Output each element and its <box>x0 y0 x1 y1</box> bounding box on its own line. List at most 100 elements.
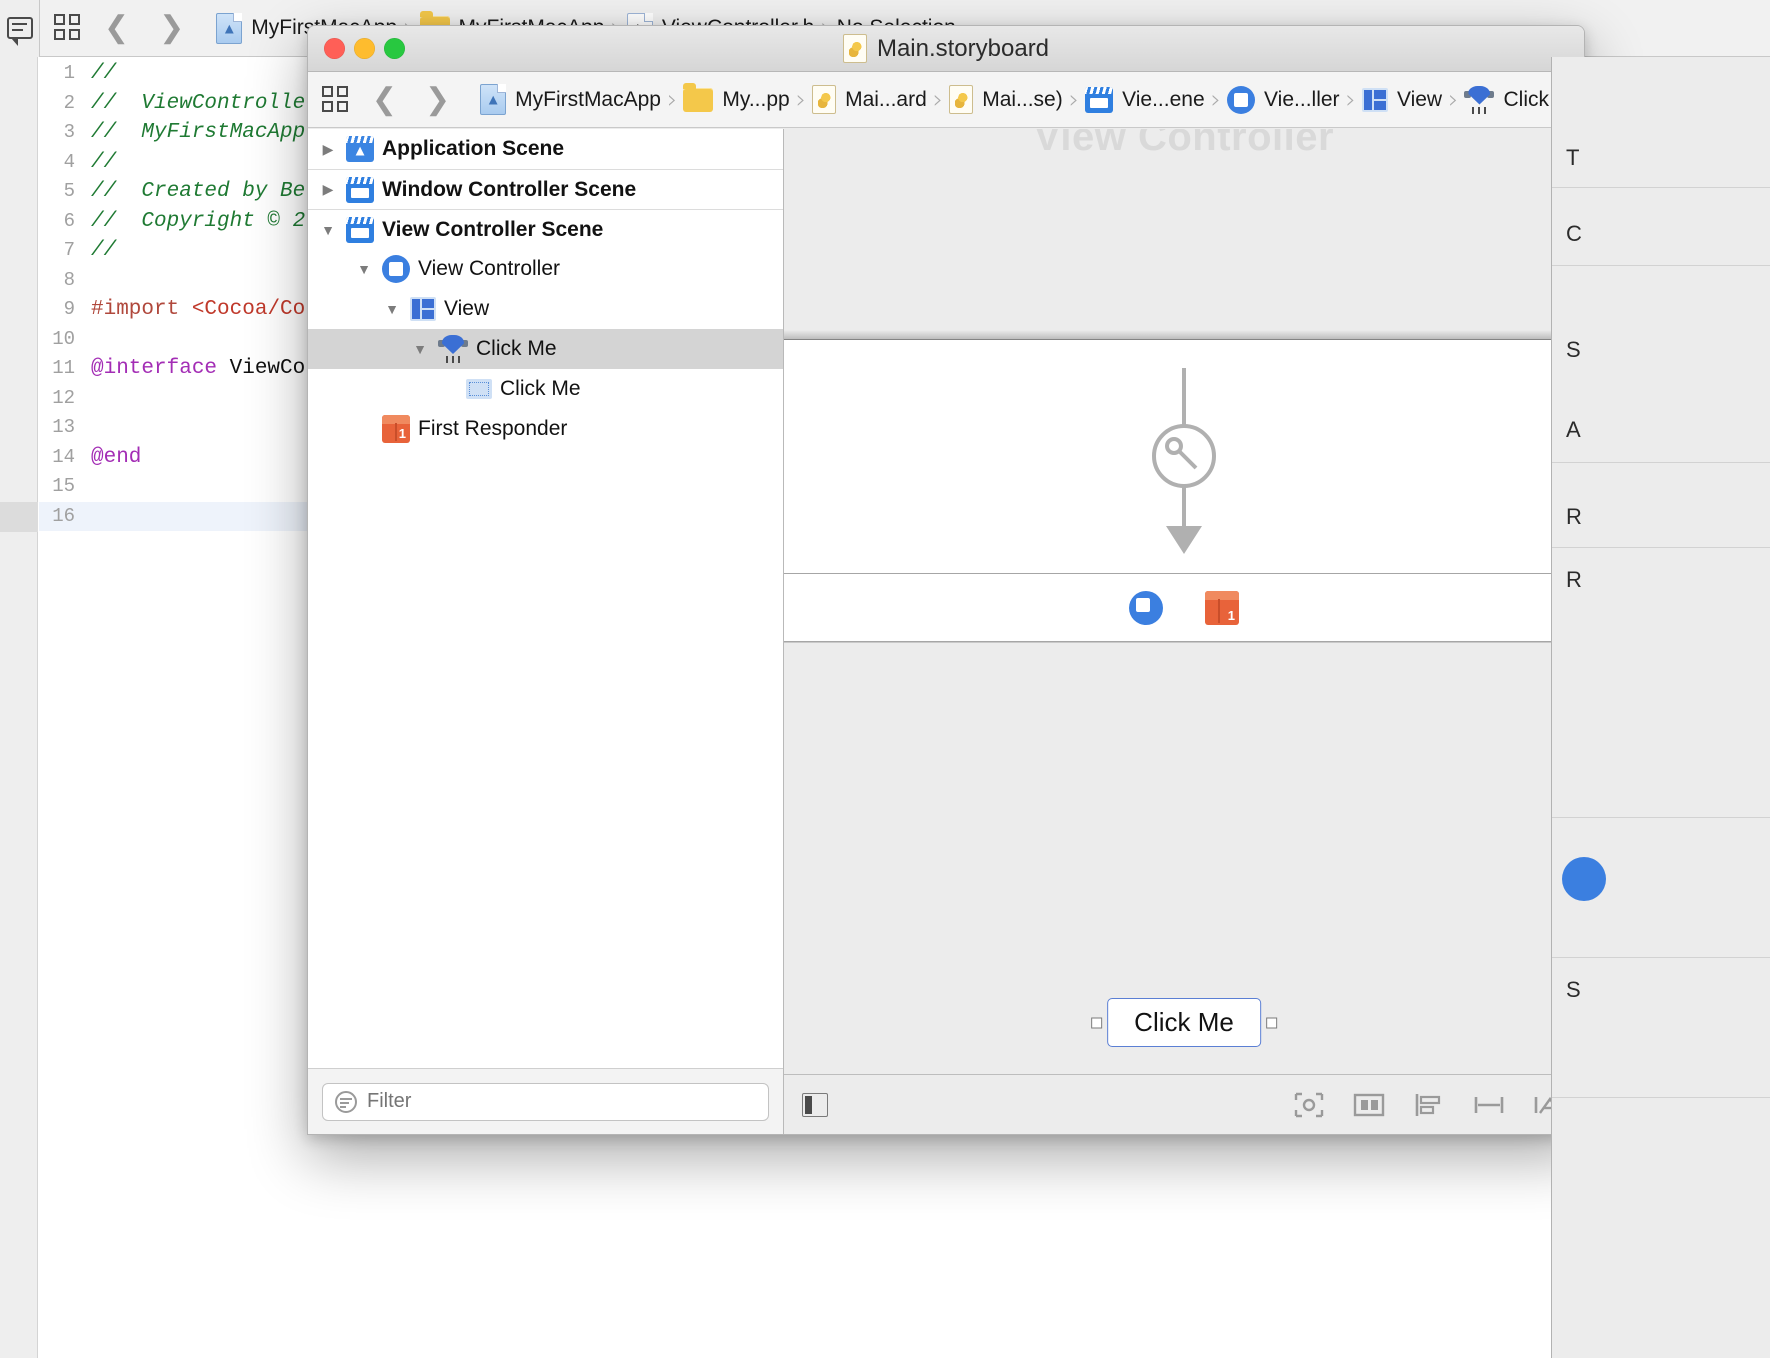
filter-input[interactable] <box>367 1090 756 1113</box>
close-button[interactable] <box>324 38 345 59</box>
traffic-lights[interactable] <box>324 38 405 59</box>
embed-in-icon[interactable] <box>1352 1091 1386 1119</box>
inspector-label-r2: R <box>1566 567 1582 592</box>
filter-icon <box>335 1090 357 1113</box>
line-number: 12 <box>52 386 75 409</box>
line-number: 13 <box>52 416 75 438</box>
code-text: @end <box>91 445 142 469</box>
window-title: Main.storyboard <box>308 34 1584 63</box>
auto-layout-toolbar[interactable] <box>1292 1091 1566 1119</box>
resize-handle-left[interactable] <box>1091 1017 1103 1028</box>
outline-filter-bar[interactable] <box>308 1068 783 1134</box>
forward-button[interactable]: ❯ <box>425 84 450 115</box>
outline-row-application-scene[interactable]: ▶ ▲ Application Scene <box>308 129 783 169</box>
outline-row-label: View Controller <box>418 257 561 280</box>
outline-row-label: Click Me <box>476 337 557 360</box>
minimize-button[interactable] <box>354 38 375 59</box>
outline-row-view-controller[interactable]: ▼ View Controller <box>308 249 783 289</box>
outline-row-click-me[interactable]: ▼ Click Me <box>308 329 783 369</box>
scene-design-area[interactable]: Click Me <box>784 642 1584 1074</box>
scene-window-frame[interactable] <box>784 330 1584 574</box>
breadcrumb-item-scene[interactable]: Vie...ene <box>1085 86 1205 113</box>
breadcrumb-item-folder[interactable]: My...pp <box>683 82 790 112</box>
breadcrumb-separator: › <box>1210 84 1222 115</box>
inspector-panel[interactable]: T C S A R R S <box>1551 57 1770 1358</box>
disclosure-triangle-collapsed[interactable]: ▶ <box>318 181 338 198</box>
click-me-button[interactable]: Click Me <box>1091 998 1277 1047</box>
scene-icon <box>346 216 374 243</box>
disclosure-triangle-expanded[interactable]: ▼ <box>382 301 402 317</box>
forward-button[interactable]: ❯ <box>159 13 184 43</box>
canvas-bottom-bar[interactable] <box>784 1074 1584 1134</box>
disclosure-triangle-expanded[interactable]: ▼ <box>354 261 374 277</box>
back-button[interactable]: ❮ <box>104 13 129 43</box>
inspector-label-a: A <box>1566 417 1581 442</box>
view-icon <box>410 297 436 321</box>
line-number: 2 <box>63 91 75 114</box>
interface-builder-canvas[interactable]: View Controller 1 Click Me <box>784 129 1584 1074</box>
storyboard-file-icon <box>812 85 837 114</box>
outline-row-click-me[interactable]: ▶ Click Me <box>308 369 783 409</box>
related-items-grid-icon[interactable] <box>322 85 350 114</box>
inspector-divider <box>1552 547 1770 548</box>
zoom-button[interactable] <box>384 38 405 59</box>
scene-dock[interactable]: 1 <box>784 574 1584 642</box>
align-icon[interactable] <box>1412 1091 1446 1119</box>
storyboard-file-icon <box>949 85 974 114</box>
line-number: 7 <box>63 239 75 261</box>
inspector-divider <box>1552 957 1770 958</box>
breadcrumb-separator: › <box>666 84 678 115</box>
first-responder-dock-icon[interactable]: 1 <box>1205 590 1239 625</box>
document-outline-panel[interactable]: ▶ ▲ Application Scene ▶ Window Controller Sc… <box>308 129 784 1134</box>
breadcrumb-item-storyboard-base[interactable]: Mai...se) <box>949 85 1063 114</box>
line-number: 15 <box>52 475 75 497</box>
filter-field[interactable] <box>322 1082 769 1121</box>
storyboard-floating-window[interactable]: Main.storyboard ❮ ❯ ▲ MyFirstMacApp › My… <box>307 25 1585 1135</box>
inspector-label-c: C <box>1566 221 1582 246</box>
window-title-bar[interactable]: Main.storyboard <box>308 26 1584 72</box>
disclosure-triangle-expanded[interactable]: ▼ <box>410 341 430 357</box>
scene-icon <box>1085 86 1114 113</box>
breadcrumb-separator: › <box>795 84 807 115</box>
first-responder-icon: 1 <box>382 415 410 443</box>
line-number: 3 <box>63 121 75 143</box>
inspector-color-well[interactable] <box>1562 857 1606 901</box>
breadcrumb-item-project[interactable]: ▲ MyFirstMacApp <box>480 84 661 115</box>
pin-icon[interactable] <box>1472 1091 1506 1119</box>
view-controller-dock-icon[interactable] <box>1129 590 1163 625</box>
related-items-grid-icon[interactable] <box>54 14 82 42</box>
document-outline-toggle-icon[interactable] <box>802 1092 828 1117</box>
related-items-button[interactable] <box>0 0 40 57</box>
resize-handle-right[interactable] <box>1265 1017 1277 1028</box>
line-number: 9 <box>63 298 75 320</box>
canvas-shadow <box>784 330 1584 340</box>
breadcrumb-label: MyFirstMacApp <box>515 87 661 111</box>
breadcrumb-item-storyboard[interactable]: Mai...ard <box>812 85 927 114</box>
line-number: 16 <box>52 504 75 527</box>
line-number: 5 <box>63 180 75 202</box>
breadcrumb-separator: › <box>932 84 944 115</box>
breadcrumb-item-view[interactable]: View <box>1361 87 1442 112</box>
code-text: // <box>91 150 117 174</box>
back-button[interactable]: ❮ <box>372 84 397 115</box>
outline-row-view[interactable]: ▼ View <box>308 289 783 329</box>
code-text: // <box>91 239 117 262</box>
breadcrumb-item-view-controller[interactable]: Vie...ller <box>1227 85 1340 114</box>
breadcrumb-separator: › <box>1345 84 1356 115</box>
inspector-divider <box>1552 817 1770 818</box>
related-items-icon <box>6 17 33 46</box>
breadcrumb-separator: › <box>1448 84 1459 115</box>
outline-row-first-responder[interactable]: ▶ 1 First Responder <box>308 409 783 449</box>
code-text: #import <Cocoa/Co <box>91 298 306 321</box>
disclosure-spacer: ▶ <box>438 381 458 398</box>
app-scene-icon: ▲ <box>346 136 374 162</box>
line-number: 6 <box>63 209 75 232</box>
update-frames-icon[interactable] <box>1292 1091 1326 1119</box>
outline-row-view-controller-scene[interactable]: ▼ View Controller Scene <box>308 209 783 249</box>
outline-tree[interactable]: ▶ ▲ Application Scene ▶ Window Controller Sc… <box>308 129 783 1068</box>
line-number: 4 <box>63 150 75 173</box>
outline-row-window-controller-scene[interactable]: ▶ Window Controller Scene <box>308 169 783 209</box>
storyboard-entry-point-icon <box>1152 368 1216 554</box>
disclosure-triangle-expanded[interactable]: ▼ <box>318 222 338 238</box>
disclosure-triangle-collapsed[interactable]: ▶ <box>318 141 338 158</box>
